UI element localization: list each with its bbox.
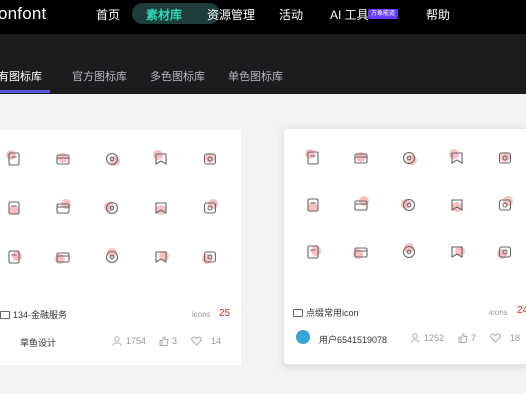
card-icon	[52, 148, 74, 170]
thumbs-up-icon	[159, 336, 169, 346]
gem-icon	[446, 194, 468, 216]
folder-icon	[293, 309, 303, 317]
icon-library-card-finance[interactable]: 134-金融服务 icons 25 草鱼设计 1754 3 14	[0, 130, 241, 365]
nav-resource-management[interactable]: 资源管理	[207, 7, 255, 23]
notepad-icon	[446, 147, 468, 169]
favorite-count-value: 14	[211, 336, 222, 346]
bag-icon	[302, 147, 324, 169]
tab-multicolor-libraries[interactable]: 多色图标库	[150, 68, 205, 84]
icons-count: 25	[219, 308, 231, 319]
like-count[interactable]: 3	[159, 336, 177, 346]
avatar[interactable]	[296, 330, 310, 344]
refresh-icon	[101, 246, 123, 268]
author-name[interactable]: 用户6541519078	[319, 333, 387, 346]
download-count-value: 1252	[424, 333, 445, 343]
heart-icon	[490, 333, 501, 343]
camera-icon	[350, 241, 372, 263]
favorite-count[interactable]: 18	[490, 333, 520, 343]
tab-official-libraries[interactable]: 官方图标库	[72, 68, 127, 84]
site-logo[interactable]: onfont	[0, 4, 46, 24]
icons-label: icons	[192, 310, 211, 319]
card-title[interactable]: 134-金融服务	[0, 308, 67, 321]
heart-pulse-icon	[398, 241, 420, 263]
heart-icon	[494, 241, 516, 263]
document-icon	[101, 197, 123, 219]
cart-icon	[150, 197, 172, 219]
heart-icon	[191, 336, 202, 346]
bookmark-icon	[199, 197, 221, 219]
author-name[interactable]: 草鱼设计	[20, 336, 56, 349]
favorite-count[interactable]: 14	[191, 336, 221, 346]
nav-home[interactable]: 首页	[96, 7, 120, 23]
thumbs-up-icon	[458, 333, 468, 343]
building-icon	[199, 246, 221, 268]
active-tab-indicator	[0, 90, 50, 93]
card-title-text: 134-金融服务	[13, 310, 68, 320]
wallet-icon	[101, 148, 123, 170]
photo-frame-icon	[302, 194, 324, 216]
tag-icon	[350, 147, 372, 169]
card-title[interactable]: 点缀常用icon	[293, 306, 359, 319]
favorite-count-value: 18	[510, 333, 521, 343]
microphone-icon	[302, 241, 324, 263]
badge-icon	[446, 241, 468, 263]
doc-icon	[3, 148, 25, 170]
nav-materials-label: 素材库	[146, 8, 183, 22]
download-count[interactable]: 1754	[112, 336, 146, 346]
nav-ai-tools[interactable]: AI 工具	[330, 7, 369, 23]
user-icon	[112, 336, 122, 346]
nav-events[interactable]: 活动	[279, 7, 303, 23]
location-icon	[398, 147, 420, 169]
coin-icon	[150, 148, 172, 170]
like-count-value: 3	[172, 336, 178, 346]
nav-help[interactable]: 帮助	[426, 7, 450, 23]
compass-icon	[52, 246, 74, 268]
tab-all-libraries[interactable]: 有图标库	[0, 68, 42, 84]
folder-icon	[0, 311, 10, 319]
user-icon	[410, 333, 420, 343]
download-count-value: 1754	[126, 336, 147, 346]
like-count[interactable]: 7	[458, 333, 476, 343]
icons-label: icons	[489, 308, 508, 317]
icons-count: 24	[517, 305, 526, 316]
flower-icon	[350, 194, 372, 216]
chart-icon	[52, 197, 74, 219]
calendar-icon	[3, 246, 25, 268]
icon-library-card-decorative[interactable]: 点缀常用icon icons 24 用户6541519078 1252 7 18	[283, 128, 526, 365]
bankcard-icon	[3, 197, 25, 219]
ai-tools-badge: 万象能道	[368, 9, 399, 19]
top-navigation-bar: onfont 首页 素材库 资源管理 活动 AI 工具 万象能道 帮助	[0, 0, 526, 34]
video-icon	[398, 194, 420, 216]
receipt-icon	[199, 148, 221, 170]
card-title-text: 点缀常用icon	[306, 308, 359, 318]
tab-monochrome-libraries[interactable]: 单色图标库	[228, 68, 283, 84]
library-tabs-bar: 有图标库 官方图标库 多色图标库 单色图标库	[0, 34, 526, 94]
coin-search-icon	[150, 246, 172, 268]
leaf-icon	[494, 147, 516, 169]
download-count[interactable]: 1252	[410, 333, 444, 343]
play-icon	[494, 194, 516, 216]
like-count-value: 7	[471, 333, 477, 343]
